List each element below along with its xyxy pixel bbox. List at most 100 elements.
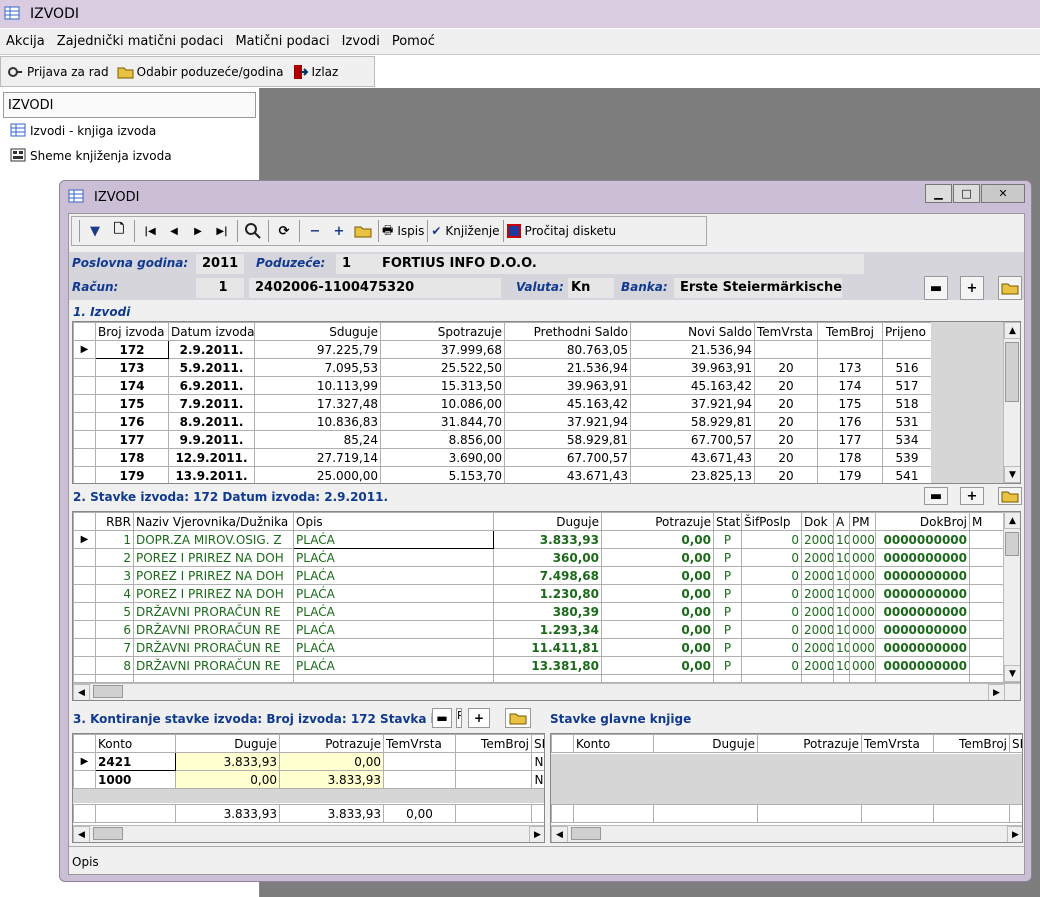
col-opis[interactable]: Opis [293,512,494,531]
menu-akcija[interactable]: Akcija [0,34,51,49]
scroll-left-icon[interactable]: ◀ [73,826,90,842]
scroll-left-icon[interactable]: ◀ [551,826,568,842]
scroll-right-icon[interactable]: ▶ [529,826,544,842]
scroll-thumb[interactable] [1005,342,1019,402]
col-duguje[interactable]: Duguje [175,734,280,753]
table-row[interactable]: 7 DRŽAVNI PRORAČUN RE PLAĆA 11.411,81 0,00 P 0… [73,638,1020,657]
read-disk-button[interactable]: Pročitaj disketu [506,219,616,243]
menu-izvodi[interactable]: Izvodi [336,34,386,49]
header-folder-button[interactable] [998,276,1022,300]
col-potrazuje[interactable]: Potrazuje [757,734,862,753]
stavke-vscroll[interactable]: ▲ ▼ [1003,512,1020,682]
delete-icon[interactable]: − [303,219,327,243]
scroll-up-icon[interactable]: ▲ [1004,512,1020,529]
table-row[interactable]: ▶ 1 DOPR.ZA MIROV.OSIG. Z PLAĆA 3.833,93 0,00… [73,530,1020,549]
nav-item-knjiga-izvoda[interactable]: Izvodi - knjiga izvoda [0,118,259,143]
table-row[interactable]: 174 6.9.2011. 10.113,99 15.313,50 39.963,91 4… [73,376,932,395]
dropdown-arrow-icon[interactable]: ▼ [83,219,107,243]
menu-zajednicki[interactable]: Zajednički matični podaci [51,34,230,49]
scroll-thumb[interactable] [93,827,123,840]
minimize-button[interactable]: ▁ [925,184,952,203]
col-potrazuje[interactable]: Potrazuje [279,734,384,753]
col-sk[interactable]: SK [1009,734,1022,753]
table-row[interactable]: ▶ 172 2.9.2011. 97.225,79 37.999,68 80.763,05… [73,340,932,359]
col-konto[interactable]: Konto [573,734,654,753]
field-account-id[interactable]: 1 [196,278,244,298]
glavna-knjiga-hscroll[interactable]: ◀ ▶ [551,825,1022,842]
s2-add-button[interactable]: + [960,487,984,505]
preview-icon[interactable]: 🗋 [107,219,131,243]
table-row[interactable]: ▶ 2421 3.833,93 0,00 N [73,752,544,771]
s2-folder-button[interactable] [998,487,1022,505]
table-row[interactable]: 179 13.9.2011. 25.000,00 5.153,70 43.671,43 2… [73,466,932,483]
col-tembroj[interactable]: TemBroj [933,734,1010,753]
table-row[interactable]: 176 8.9.2011. 10.836,83 31.844,70 37.921,94 5… [73,412,932,431]
table-row[interactable]: 3 POREZ I PRIREZ NA DOH PLAĆA 7.498,68 0,00 P… [73,566,1020,585]
izvodi-vscroll[interactable]: ▲ ▼ [1003,322,1020,483]
col-temvrsta[interactable]: TemVrsta [754,322,818,341]
col-potrazuje[interactable]: Potrazuje [601,512,714,531]
table-row[interactable]: 178 12.9.2011. 27.719,14 3.690,00 67.700,57 4… [73,448,932,467]
add-icon[interactable]: + [327,219,351,243]
menu-pomoc[interactable]: Pomoć [386,34,441,49]
col-pm[interactable]: PM [849,512,876,531]
scroll-thumb[interactable] [93,685,123,698]
col-prijeno[interactable]: Prijeno [882,322,932,341]
scroll-up-icon[interactable]: ▲ [1004,322,1020,339]
col-a[interactable]: A [833,512,850,531]
header-delete-button[interactable]: ▬ [924,276,948,300]
table-row[interactable] [73,674,1020,683]
scroll-thumb[interactable] [1005,532,1019,556]
col-spotrazuje[interactable]: Spotrazuje [380,322,505,341]
refresh-icon[interactable]: ⟳ [272,219,296,243]
print-button[interactable]: 🖶 Ispis [382,219,424,243]
table-row[interactable]: 8 DRŽAVNI PRORAČUN RE PLAĆA 13.381,80 0,00 P 0… [73,656,1020,675]
table-row[interactable]: 173 5.9.2011. 7.095,53 25.522,50 21.536,94 39… [73,358,932,377]
field-year[interactable]: 2011 [196,254,244,274]
s3-add-button[interactable]: + [468,708,490,728]
col-stat[interactable]: Stat [713,512,742,531]
scroll-right-icon[interactable]: ▶ [988,684,1005,700]
window-titlebar[interactable]: IZVODI ▁ □ ✕ [60,181,1031,213]
col-duguje[interactable]: Duguje [653,734,758,753]
first-record-icon[interactable]: |◀ [138,219,162,243]
col-novi-saldo[interactable]: Novi Saldo [630,322,755,341]
field-currency[interactable]: Kn [568,278,614,298]
s2-delete-button[interactable]: ▬ [924,487,948,505]
scroll-down-icon[interactable]: ▼ [1004,665,1020,682]
col-konto[interactable]: Konto [95,734,176,753]
header-add-button[interactable]: + [960,276,984,300]
prev-record-icon[interactable]: ◀ [162,219,186,243]
col-temvrsta[interactable]: TemVrsta [861,734,934,753]
search-icon[interactable] [241,219,265,243]
col-duguje[interactable]: Duguje [493,512,602,531]
stavke-hscroll[interactable]: ◀ ▶ [73,683,1020,700]
col-tembroj[interactable]: TemBroj [817,322,883,341]
menu-maticni[interactable]: Matični podaci [229,34,335,49]
exit-button[interactable]: Izlaz [292,60,338,84]
col-dokbroj[interactable]: DokBroj [875,512,970,531]
field-company-id[interactable]: 1 [336,254,376,274]
scroll-thumb[interactable] [571,827,601,840]
col-datum-izvoda[interactable]: Datum izvoda [168,322,255,341]
login-button[interactable]: Prijava za rad [7,60,109,84]
col-rbr[interactable]: RBR [95,512,134,531]
col-tembroj[interactable]: TemBroj [455,734,532,753]
table-row[interactable]: 2 POREZ I PRIREZ NA DOH PLAĆA 360,00 0,00 P 0 2… [73,548,1020,567]
scroll-right-icon[interactable]: ▶ [1007,826,1022,842]
col-sduguje[interactable]: Sduguje [254,322,381,341]
col-sk[interactable]: SK [531,734,544,753]
s3-delete-button[interactable]: ▬ [432,708,452,728]
col-broj-izvoda[interactable]: Broj izvoda [95,322,169,341]
folder-icon[interactable] [351,219,375,243]
table-row[interactable]: 1000 0,00 3.833,93 N [73,770,544,789]
col-dok[interactable]: Dok [801,512,834,531]
col-temvrsta[interactable]: TemVrsta [383,734,456,753]
next-record-icon[interactable]: ▶ [186,219,210,243]
maximize-button[interactable]: □ [953,184,980,203]
scroll-left-icon[interactable]: ◀ [73,684,90,700]
select-company-button[interactable]: Odabir poduzeće/godina [117,60,284,84]
kontiranje-hscroll[interactable]: ◀ ▶ [73,825,544,842]
close-button[interactable]: ✕ [981,184,1025,203]
s3-field[interactable]: R [456,708,462,728]
